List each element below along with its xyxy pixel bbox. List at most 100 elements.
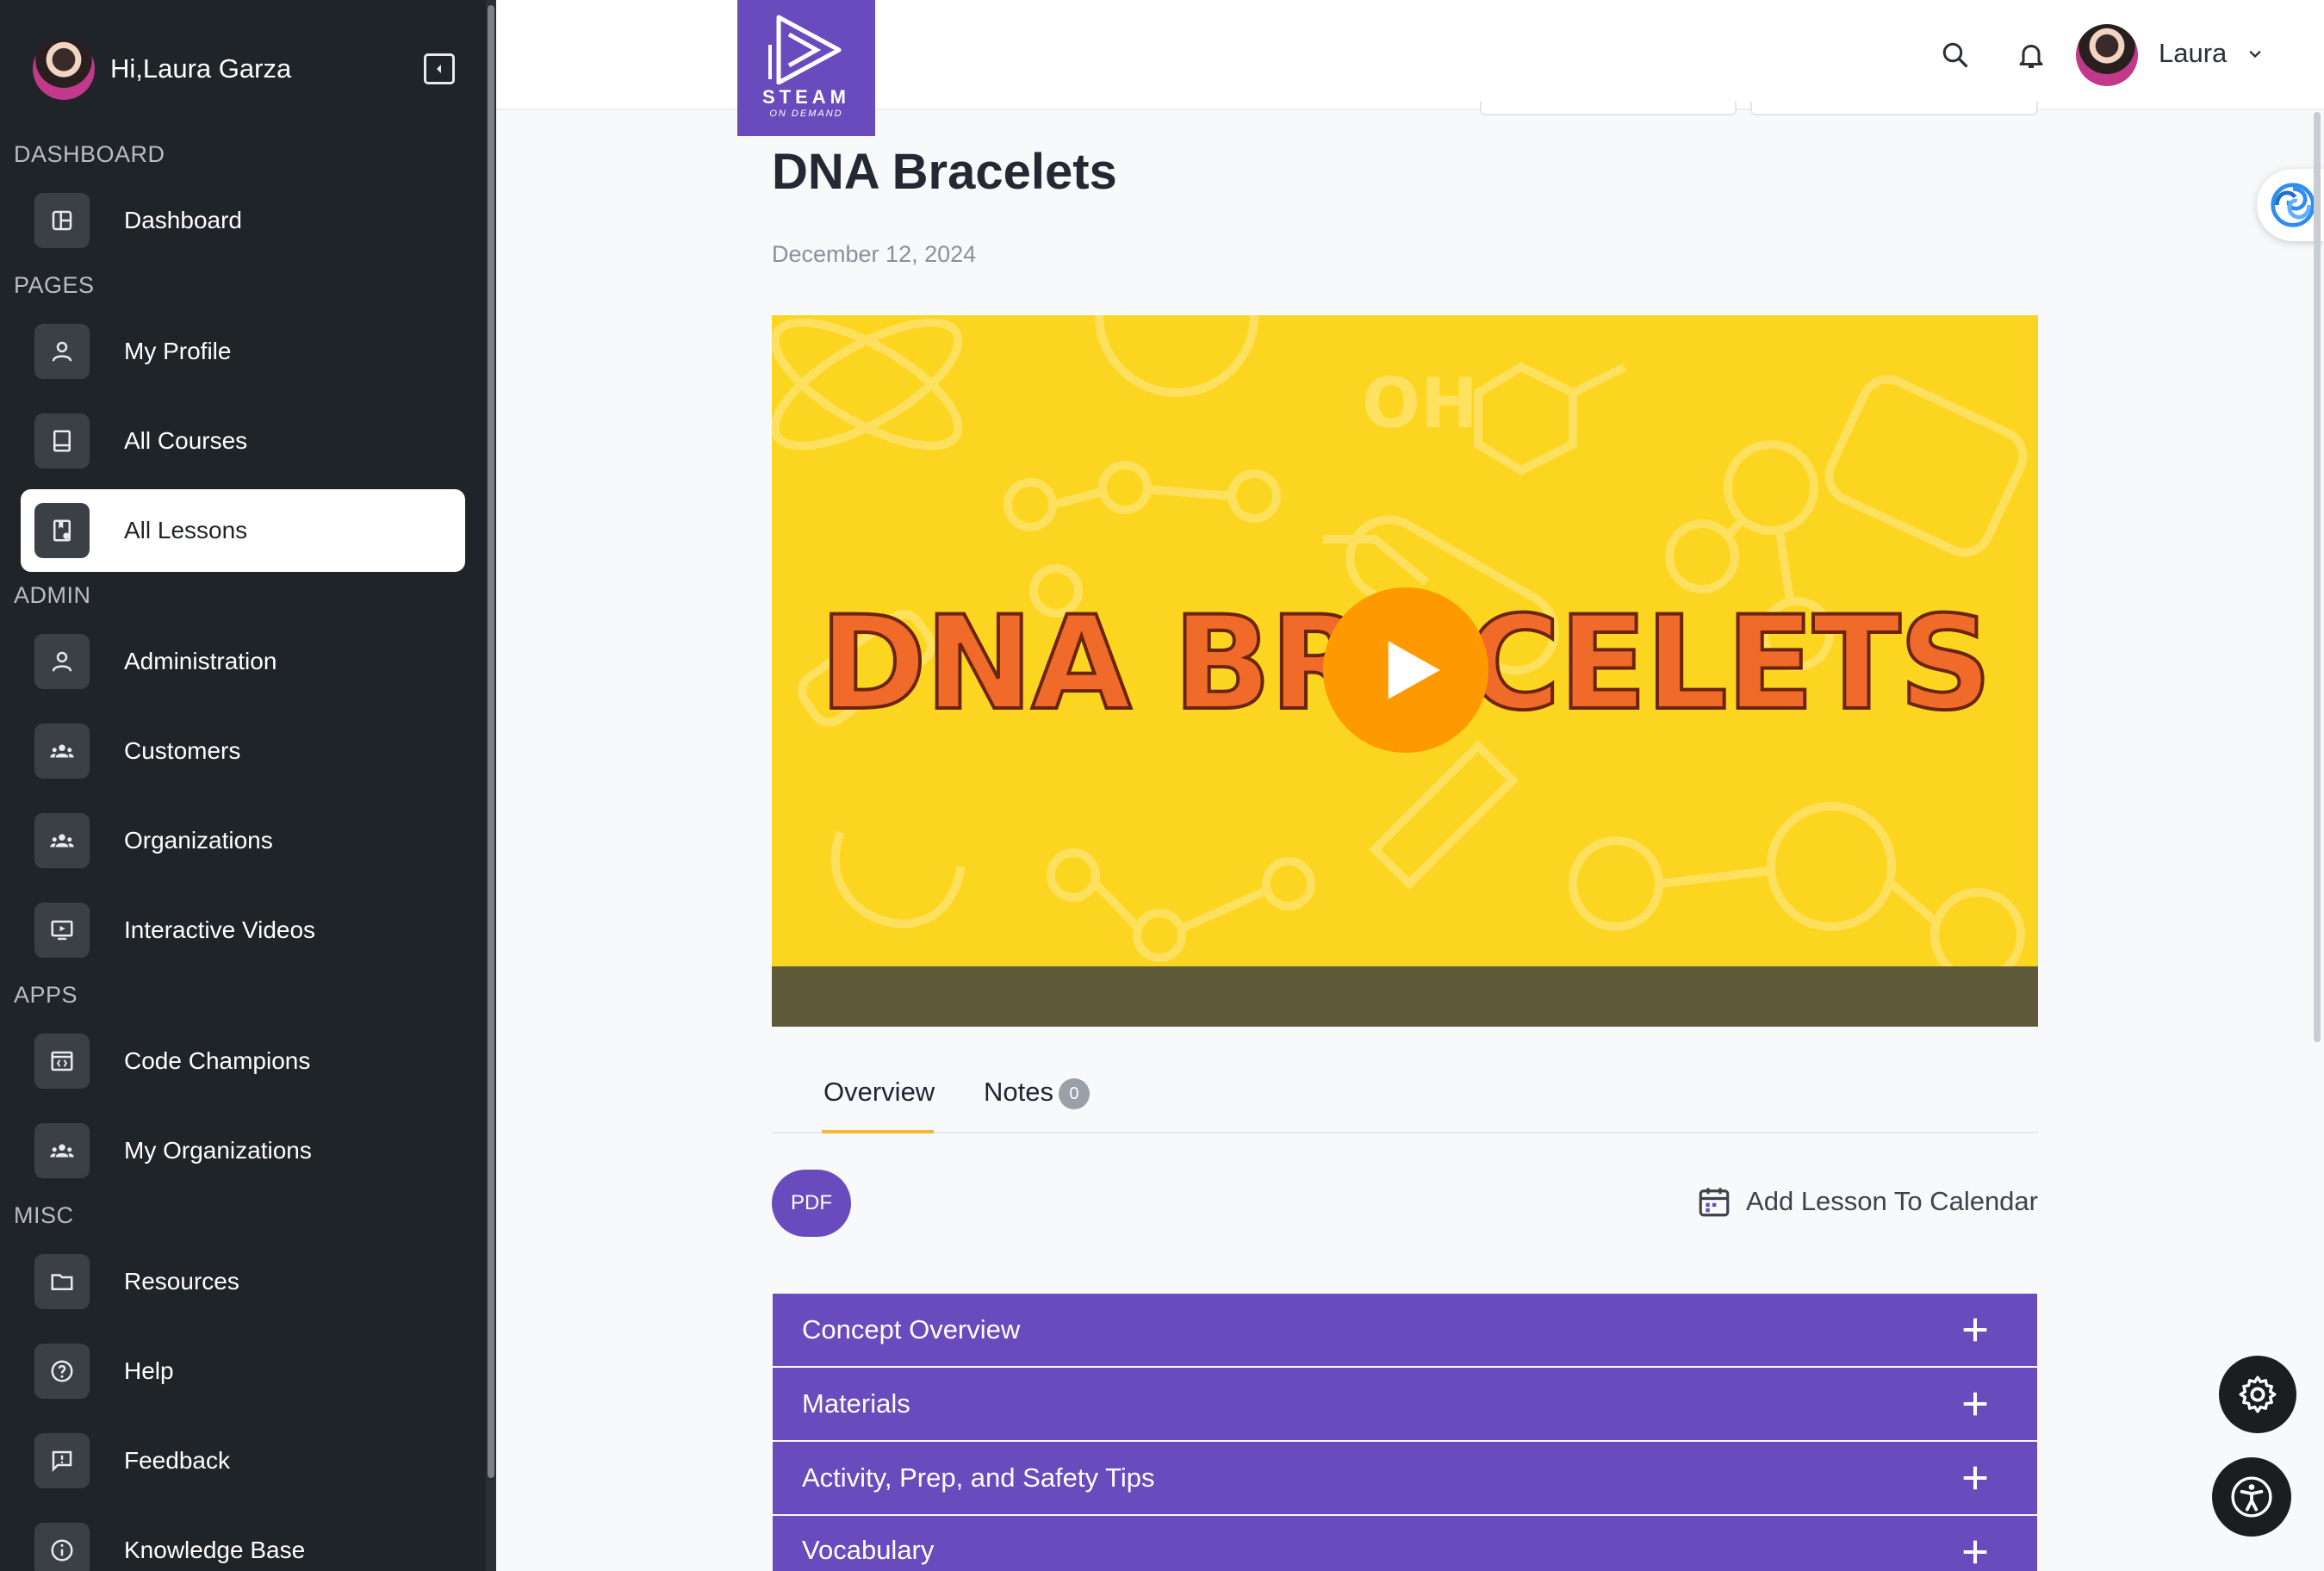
sidebar-item-knowledge-base[interactable]: Knowledge Base [21,1509,465,1571]
section-apps: APPS [14,982,78,1008]
sidebar-item-all-lessons[interactable]: All Lessons [21,489,465,572]
sidebar-item-label: Code Champions [124,1047,311,1074]
sidebar-item-feedback[interactable]: Feedback [21,1419,465,1502]
accordion-label: Concept Overview [802,1314,1021,1344]
accordion-vocabulary[interactable]: Vocabulary [773,1516,2037,1571]
notifications-button[interactable] [2012,36,2050,74]
tab-overview[interactable]: Overview [823,1077,935,1108]
sidebar-item-dashboard[interactable]: Dashboard [21,179,465,262]
plus-icon [1963,1318,1987,1342]
accordion-label: Vocabulary [802,1535,935,1565]
sidebar-item-customers[interactable]: Customers [21,710,465,792]
sidebar-item-label: Knowledge Base [124,1537,306,1563]
sidebar-item-label: Interactive Videos [124,916,316,943]
plus-icon [1963,1466,1987,1490]
sidebar-item-label: Resources [124,1268,239,1295]
user-avatar[interactable] [2076,24,2138,86]
add-to-calendar-label: Add Lesson To Calendar [1746,1186,2038,1216]
page-scrollbar[interactable] [2314,112,2321,1042]
group-icon [34,723,90,779]
section-pages: PAGES [14,272,95,298]
sidebar-item-label: My Profile [124,338,232,364]
bell-icon [2019,45,2043,68]
logo-subtext: ON DEMAND [769,109,843,119]
sidebar-item-label: Organizations [124,827,273,854]
play-logo-icon [768,15,842,84]
user-icon [34,324,90,379]
folder-icon [34,1254,90,1309]
section-misc: MISC [14,1202,74,1228]
sidebar-item-code-champions[interactable]: Code Champions [21,1020,465,1102]
group-icon [34,1123,90,1178]
user-menu-name[interactable]: Laura [2159,38,2227,69]
collapse-icon [437,65,441,73]
svg-text:OH: OH [1362,363,1478,444]
play-icon [1388,641,1440,699]
sidebar-item-label: Dashboard [124,207,242,233]
search-button[interactable] [1936,36,1974,74]
sidebar-item-help[interactable]: Help [21,1330,465,1413]
video-controls-bar[interactable] [772,966,2038,1027]
sidebar-item-resources[interactable]: Resources [21,1240,465,1323]
tab-notes-label: Notes [984,1077,1053,1107]
help-icon [34,1344,90,1399]
calendar-icon [1699,1188,1730,1217]
user-icon [34,634,90,689]
header-action-button[interactable] [1480,102,1737,115]
code-icon [34,1034,90,1089]
add-to-calendar-button[interactable]: Add Lesson To Calendar [1696,1183,2038,1220]
sidebar-scrollbar[interactable] [486,0,496,1571]
plus-icon [1963,1540,1987,1564]
sidebar-item-label: All Lessons [124,517,248,543]
sidebar-item-label: Feedback [124,1447,230,1474]
user-greeting: Hi,Laura Garza [110,53,292,84]
info-icon [34,1523,90,1571]
sidebar-item-my-profile[interactable]: My Profile [21,310,465,393]
dashboard-icon [34,193,90,248]
sidebar-item-label: Customers [124,737,241,764]
sidebar-header: Hi,Laura Garza [33,38,455,100]
sidebar-item-interactive-videos[interactable]: Interactive Videos [21,889,465,972]
lesson-date: December 12, 2024 [772,241,977,267]
accessibility-icon [2231,1476,2272,1518]
pdf-button[interactable]: PDF [772,1170,851,1237]
group-icon [34,813,90,868]
book-icon [34,413,90,469]
page-title: DNA Bracelets [772,144,1117,200]
accordion-materials[interactable]: Materials [773,1368,2037,1440]
sidebar-item-label: Administration [124,648,277,674]
settings-button[interactable] [2219,1356,2296,1433]
accordion-activity-prep-safety[interactable]: Activity, Prep, and Safety Tips [773,1442,2037,1514]
sidebar-item-label: My Organizations [124,1137,312,1164]
accordion-label: Activity, Prep, and Safety Tips [802,1462,1155,1493]
sidebar-item-all-courses[interactable]: All Courses [21,400,465,482]
header-action-button[interactable] [1750,102,2038,115]
avatar[interactable] [33,38,95,100]
collapse-sidebar-button[interactable] [424,53,455,84]
steam-logo[interactable]: STEAM ON DEMAND [737,0,875,136]
play-button[interactable] [1323,587,1488,753]
accordion-concept-overview[interactable]: Concept Overview [773,1294,2037,1366]
accessibility-button[interactable] [2212,1457,2291,1537]
video-player[interactable]: OH DNA BRACELETS [772,315,2038,1027]
sidebar-item-label: Help [124,1357,174,1384]
search-icon [1942,42,1968,68]
sidebar-item-label: All Courses [124,427,248,454]
sidebar-item-organizations[interactable]: Organizations [21,799,465,882]
lesson-tabs: Overview Notes 0 [772,1068,2038,1133]
logo-text: STEAM [762,86,850,108]
plus-icon [1963,1392,1987,1416]
chevron-down-icon[interactable] [2243,41,2267,65]
gear-icon [2239,1375,2277,1413]
sidebar-scrollbar-thumb[interactable] [488,5,494,1478]
sidebar-item-my-organizations[interactable]: My Organizations [21,1109,465,1192]
feedback-icon [34,1433,90,1488]
video-icon [34,903,90,958]
section-dashboard: DASHBOARD [14,141,165,167]
accordion-label: Materials [802,1388,910,1419]
tab-notes[interactable]: Notes 0 [984,1077,1090,1109]
notes-count-badge: 0 [1058,1077,1090,1109]
sidebar-item-administration[interactable]: Administration [21,620,465,703]
swirl-icon [2271,183,2315,227]
active-tab-indicator [822,1130,934,1133]
